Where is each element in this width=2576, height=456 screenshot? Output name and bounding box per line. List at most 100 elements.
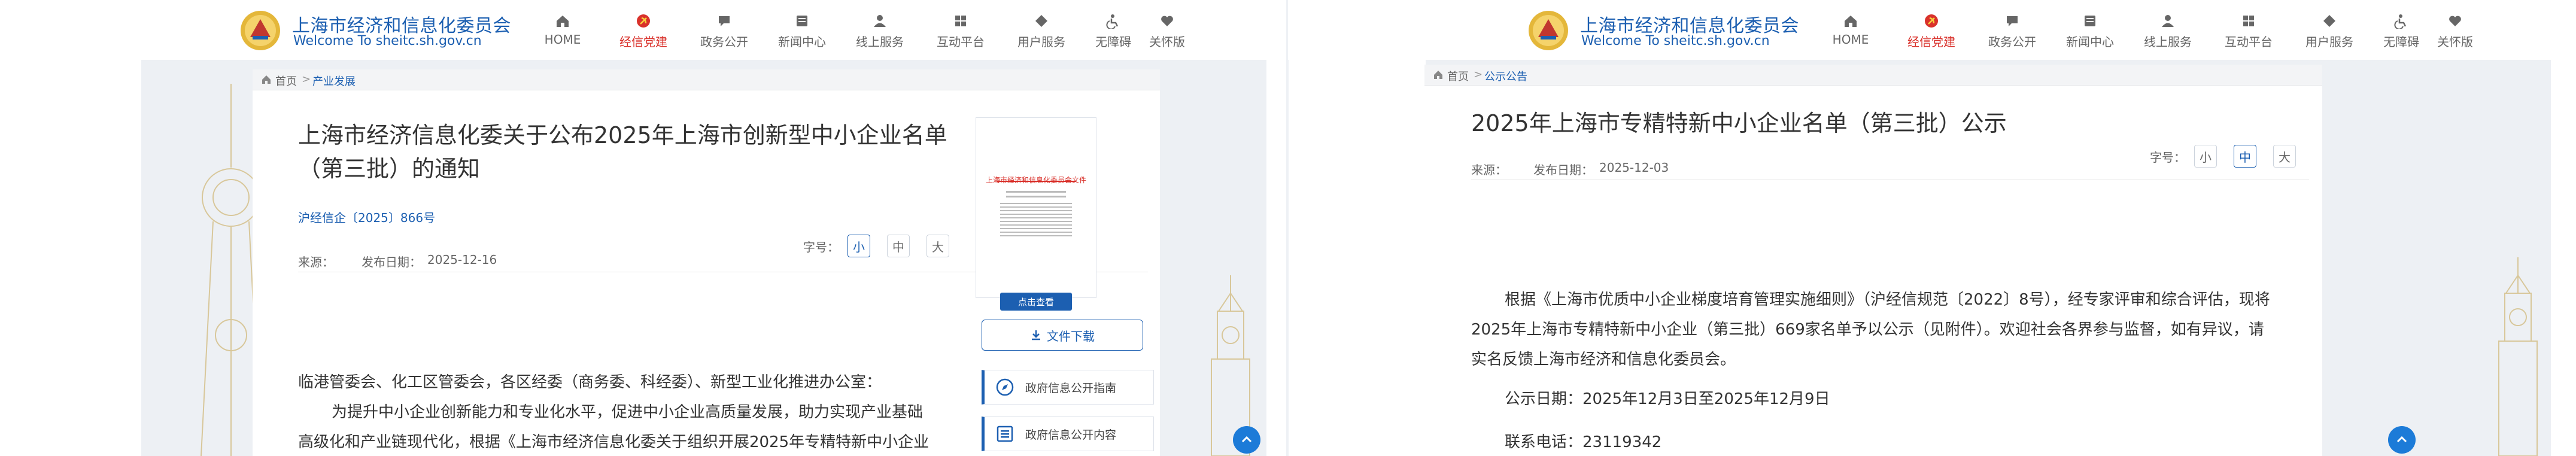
nav-label: 政务公开 [1988, 35, 2036, 49]
publish-date: 2025-12-03 [1599, 160, 1669, 175]
nav-label: 互动平台 [2225, 35, 2273, 49]
nav-label: 经信党建 [619, 35, 667, 49]
article-card: 首页 > 公示公告 2025年上海市专精特新中小企业名单（第三批）公示 来源： … [1424, 65, 2322, 456]
paragraph-line: 根据《上海市优质中小企业梯度培育管理实施细则》（沪经信规范〔2022〕8号），经… [1505, 291, 2270, 309]
back-to-top-button[interactable] [1233, 426, 1260, 454]
diamond-icon [2323, 15, 2335, 27]
nav-care-version[interactable]: 关怀版 [2422, 13, 2488, 50]
title-line: 上海市经济信息化委关于公布2025年上海市创新型中小企业名单 [298, 122, 947, 148]
page-title: 上海市经济信息化委关于公布2025年上海市创新型中小企业名单 （第三批）的通知 [298, 118, 956, 186]
page-title: 2025年上海市专精特新中小企业名单（第三批）公示 [1471, 110, 2007, 136]
diamond-icon [1035, 15, 1047, 27]
news-icon [797, 16, 807, 26]
nav-home[interactable]: HOME [530, 13, 596, 47]
view-document-button[interactable]: 点击查看 [1000, 293, 1072, 311]
nav-home[interactable]: HOME [1818, 13, 1884, 47]
service-label: 政府信息公开指南 [1025, 381, 1117, 395]
download-icon [1032, 330, 1040, 341]
back-to-top-button[interactable] [2388, 426, 2416, 454]
accessibility-icon [2394, 14, 2407, 29]
nav-label: 无障碍 [2383, 35, 2419, 49]
service-gov-info-guide[interactable]: 政府信息公开指南 [982, 370, 1154, 405]
site-logo-icon[interactable] [239, 10, 281, 51]
chat-bubble-icon [2007, 16, 2018, 26]
document-preview-icon [994, 136, 1078, 285]
chevron-up-icon [1241, 436, 1252, 443]
nav-online-service[interactable]: 线上服务 [847, 13, 913, 50]
nav-government-affairs[interactable]: 政务公开 [691, 13, 757, 50]
breadcrumb-separator: > [302, 73, 311, 86]
site-welcome: Welcome To sheitc.sh.gov.cn [1581, 34, 1770, 48]
download-label: 文件下载 [1047, 329, 1095, 343]
service-label: 政府信息公开内容 [1025, 428, 1117, 442]
breadcrumb-home[interactable]: 首页 [275, 73, 297, 89]
nav-interaction[interactable]: 互动平台 [928, 13, 994, 50]
publish-date-label: 发布日期： [362, 255, 421, 269]
font-medium-button[interactable]: 中 [887, 235, 910, 257]
left-browser-pane: 上海市经济和信息化委员会 Welcome To sheitc.sh.gov.cn… [0, 0, 1288, 456]
nav-user-service[interactable]: 用户服务 [2296, 13, 2362, 50]
nav-label: 新闻中心 [778, 35, 826, 49]
download-button[interactable]: 文件下载 [982, 320, 1143, 351]
nav-care-version[interactable]: 关怀版 [1134, 13, 1200, 50]
document-number: 沪经信企〔2025〕866号 [298, 211, 436, 225]
home-icon [1845, 16, 1857, 27]
font-size-control: 字号： 小 中 大 [803, 235, 949, 257]
breadcrumb: 首页 > 产业发展 [253, 69, 1160, 90]
nav-online-service[interactable]: 线上服务 [2135, 13, 2201, 50]
breadcrumb-section[interactable]: 产业发展 [312, 73, 356, 89]
grid-icon [955, 16, 966, 26]
publish-date-label: 发布日期： [1533, 163, 1593, 177]
nav-label: 经信党建 [1907, 35, 1955, 49]
site-logo-icon[interactable] [1527, 10, 1569, 51]
news-icon [2085, 16, 2095, 26]
nav-news-center[interactable]: 新闻中心 [769, 13, 835, 50]
nav-user-service[interactable]: 用户服务 [1008, 13, 1074, 50]
font-small-button[interactable]: 小 [847, 235, 870, 257]
right-browser-pane: 上海市经济和信息化委员会 Welcome To sheitc.sh.gov.cn… [1288, 0, 2576, 456]
breadcrumb: 首页 > 公示公告 [1424, 65, 2322, 86]
font-small-button[interactable]: 小 [2194, 145, 2217, 168]
nav-label: 线上服务 [856, 35, 904, 49]
accessibility-icon [1106, 14, 1119, 29]
paragraph-line: 2025年上海市专精特新中小企业（第三批）669家名单予以公示（见附件）。欢迎社… [1471, 321, 2264, 339]
font-medium-button[interactable]: 中 [2234, 145, 2256, 168]
notice-period: 公示日期：2025年12月3日至2025年12月9日 [1505, 390, 1830, 408]
font-size-label: 字号： [803, 239, 839, 254]
heart-care-icon [2449, 16, 2461, 26]
service-gov-info-content[interactable]: 政府信息公开内容 [982, 417, 1154, 451]
nav-label: HOME [544, 32, 581, 47]
document-header-text: 上海市经济和信息化委员会文件 [985, 176, 1086, 184]
chat-bubble-icon [719, 16, 730, 26]
heart-care-icon [1161, 16, 1173, 26]
salutation: 临港管委会、化工区管委会，各区经委（商务委、科经委）、新型工业化推进办公室： [298, 373, 882, 391]
nav-government-affairs[interactable]: 政务公开 [1979, 13, 2045, 50]
font-size-control: 字号： 小 中 大 [2150, 145, 2296, 168]
nav-label: 关怀版 [1149, 35, 1185, 49]
font-large-button[interactable]: 大 [2273, 145, 2296, 168]
nav-label: HOME [1832, 32, 1869, 47]
site-header: 上海市经济和信息化委员会 Welcome To sheitc.sh.gov.cn… [1288, 0, 2576, 60]
paragraph-line: 高级化和产业链现代化，根据《上海市经济信息化委关于组织开展2025年专精特新中小… [298, 433, 929, 451]
title-line: （第三批）的通知 [298, 156, 481, 182]
breadcrumb-section[interactable]: 公示公告 [1484, 68, 1527, 84]
nav-label: 无障碍 [1095, 35, 1131, 49]
paragraph-line: 为提升中小企业创新能力和专业化水平，促进中小企业高质量发展，助力实现产业基础 [332, 403, 924, 421]
nav-party-building[interactable]: 经信党建 [610, 13, 676, 50]
home-icon [557, 16, 569, 27]
font-large-button[interactable]: 大 [926, 235, 949, 257]
site-welcome: Welcome To sheitc.sh.gov.cn [293, 34, 482, 48]
nav-label: 用户服务 [2305, 35, 2353, 49]
breadcrumb-home[interactable]: 首页 [1447, 68, 1469, 84]
breadcrumb-separator: > [1474, 68, 1483, 81]
nav-news-center[interactable]: 新闻中心 [2057, 13, 2123, 50]
home-icon [1434, 71, 1442, 79]
nav-interaction[interactable]: 互动平台 [2216, 13, 2282, 50]
nav-party-building[interactable]: 经信党建 [1898, 13, 1964, 50]
document-thumbnail[interactable]: 上海市经济和信息化委员会文件 点击查看 [976, 117, 1096, 311]
font-size-label: 字号： [2150, 150, 2186, 165]
person-service-icon [2162, 15, 2174, 27]
nav-label: 线上服务 [2144, 35, 2192, 49]
party-emblem-icon [1925, 14, 1938, 28]
party-emblem-icon [637, 14, 650, 28]
